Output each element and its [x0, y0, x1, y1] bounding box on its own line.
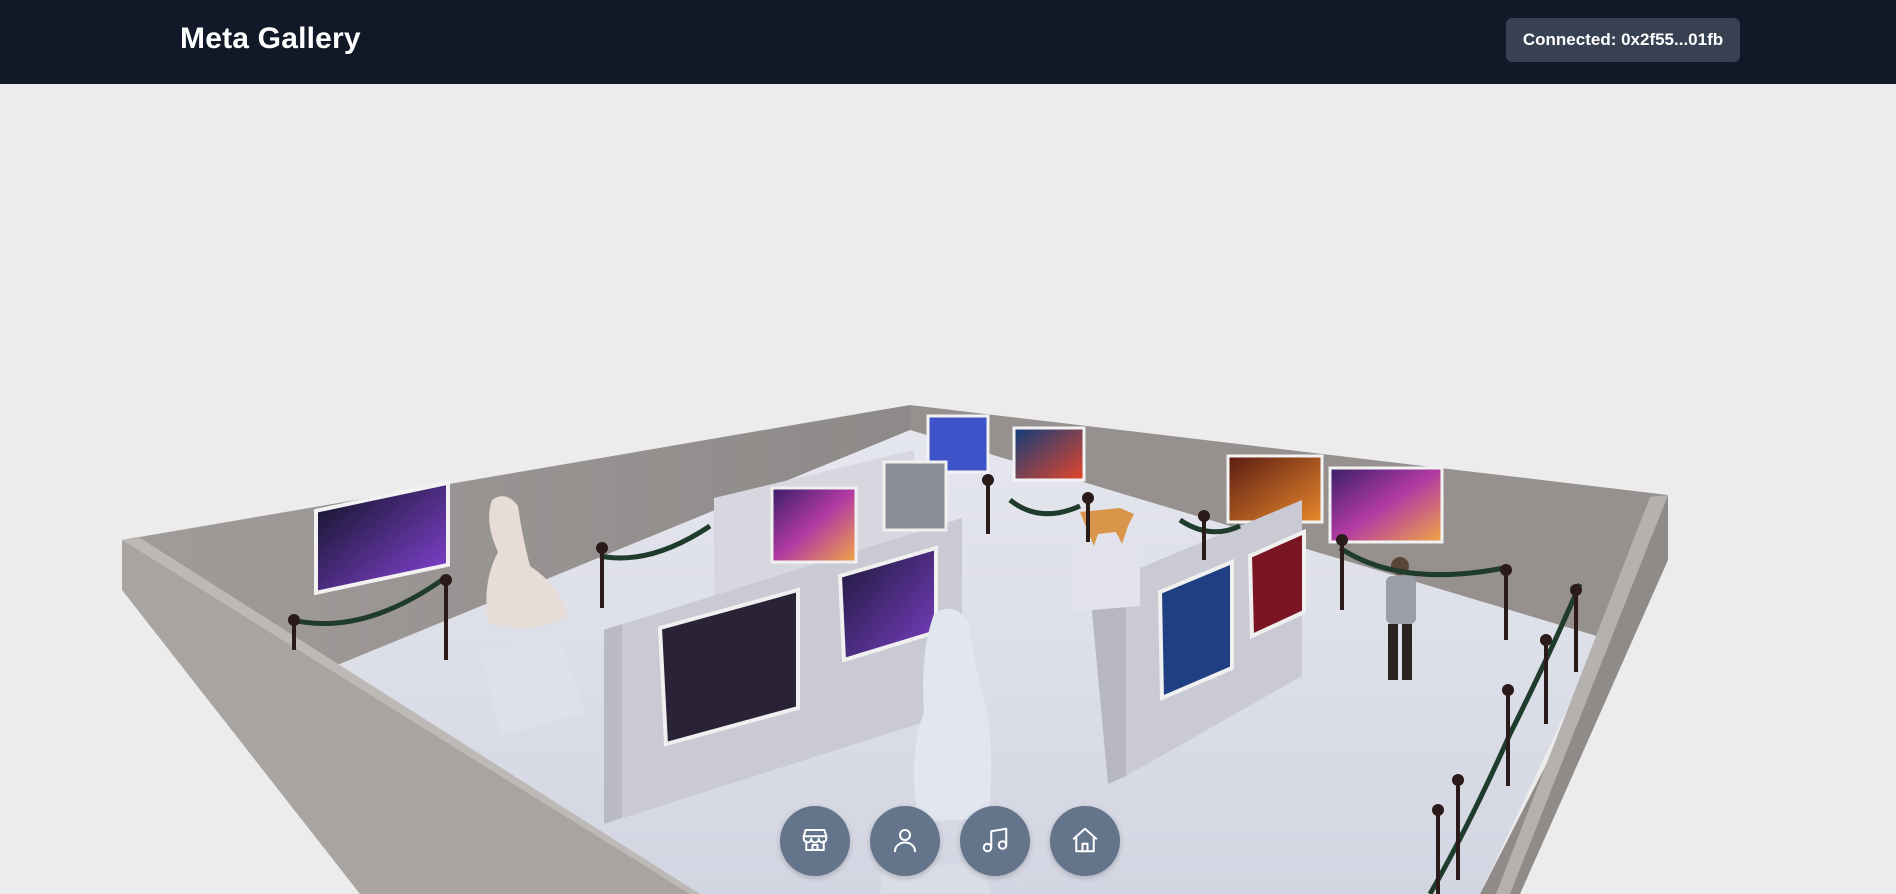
music-button[interactable] [960, 806, 1030, 876]
pedestal [1070, 542, 1140, 612]
wall-artwork[interactable] [1012, 426, 1086, 482]
app-title: Meta Gallery [180, 22, 361, 55]
partition-artwork[interactable] [770, 486, 858, 564]
partition-wall-side [604, 624, 622, 824]
home-button[interactable] [1050, 806, 1120, 876]
wall-artwork[interactable] [1328, 466, 1444, 544]
top-navbar: Meta Gallery Connected: 0x2f55...01fb [0, 0, 1896, 84]
wallet-connected-button[interactable]: Connected: 0x2f55...01fb [1506, 18, 1740, 62]
bottom-action-dock [780, 806, 1120, 876]
store-button[interactable] [780, 806, 850, 876]
home-icon [1070, 825, 1100, 858]
store-icon [800, 825, 830, 858]
gallery-3d-viewport[interactable] [0, 84, 1896, 894]
avatar-button[interactable] [870, 806, 940, 876]
user-icon [890, 825, 920, 858]
music-note-icon [980, 825, 1010, 858]
partition-artwork[interactable] [882, 460, 948, 532]
